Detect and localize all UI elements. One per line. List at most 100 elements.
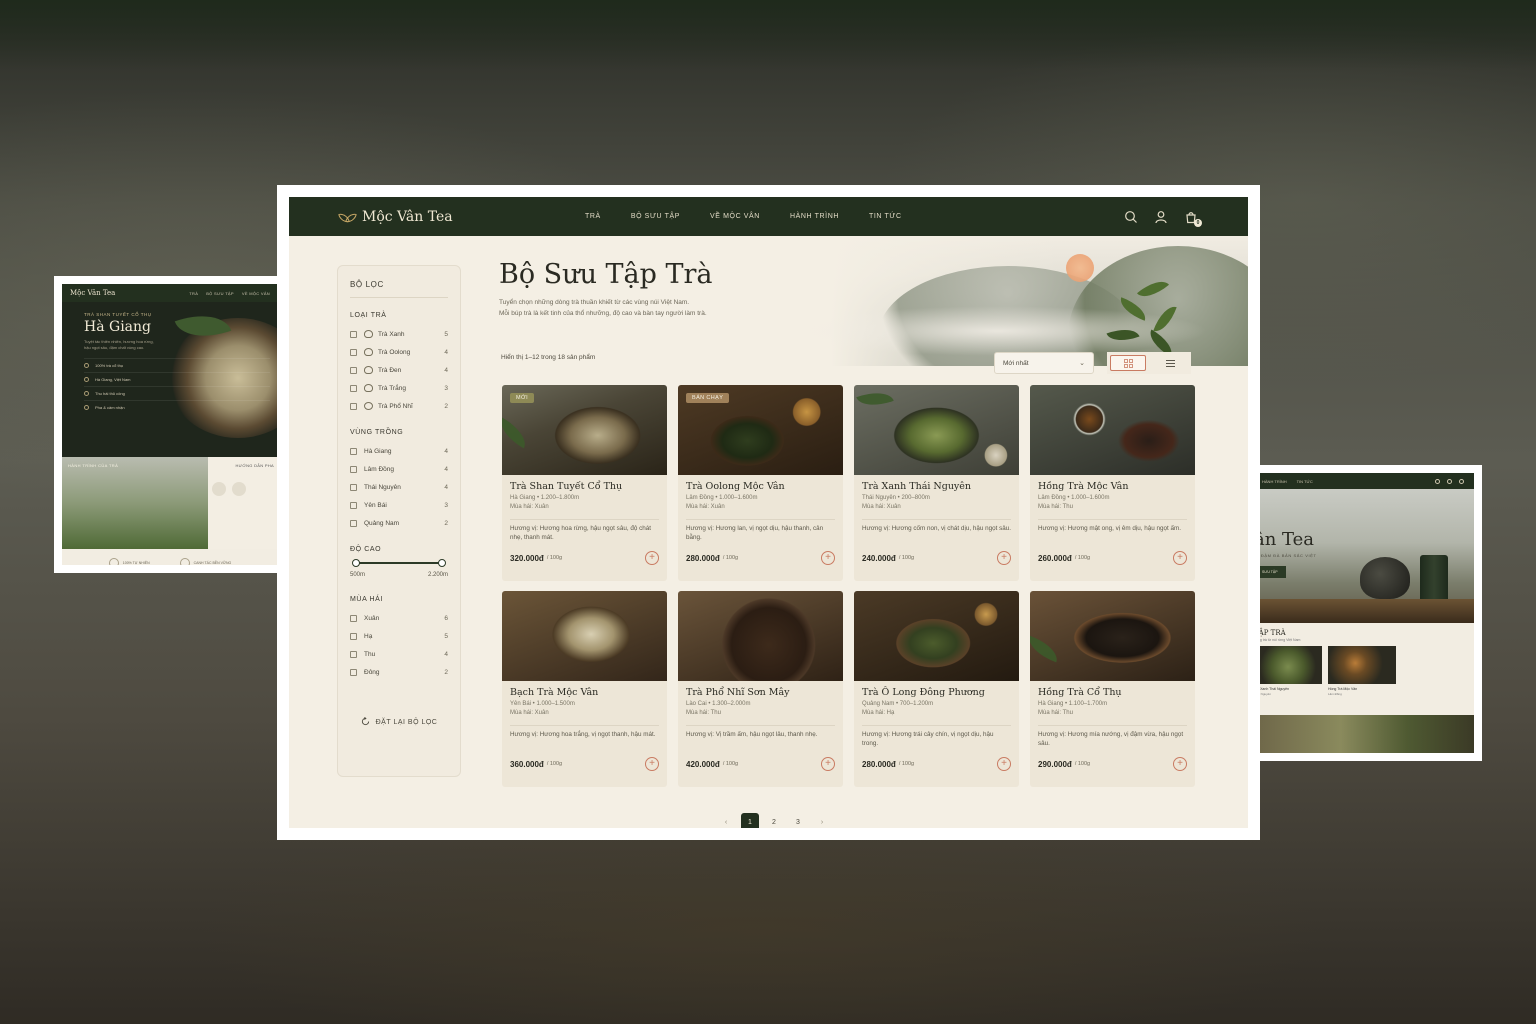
checkbox[interactable] (350, 519, 357, 527)
checkbox[interactable] (350, 632, 357, 640)
range-max-handle[interactable] (438, 559, 446, 567)
filter-option-season[interactable]: Thu 4 (350, 645, 448, 663)
product-image[interactable] (854, 591, 1019, 681)
checkbox[interactable] (350, 650, 357, 658)
left-preview-features: 100% trà cổ thụ Hà Giang, Việt Nam Thu h… (84, 358, 270, 414)
checkbox[interactable] (350, 330, 357, 338)
list-view-button[interactable] (1152, 355, 1188, 371)
result-count: Hiển thị 1–12 trong 18 sản phẩm (501, 354, 596, 361)
product-name[interactable]: Hồng Trà Cổ Thụ (1038, 687, 1187, 698)
product-name[interactable]: Trà Phổ Nhĩ Sơn Mây (686, 687, 835, 698)
product-card[interactable]: Hồng Trà Cổ Thụ Hà Giang • 1.100–1.700m … (1030, 591, 1195, 787)
product-name[interactable]: Trà Shan Tuyết Cổ Thụ (510, 481, 659, 492)
product-image[interactable] (502, 591, 667, 681)
product-card[interactable]: Hồng Trà Mộc Vân Lâm Đồng • 1.000–1.600m… (1030, 385, 1195, 581)
pagination: ‹ 1 2 3 › (717, 813, 831, 828)
add-to-cart-button[interactable]: + (821, 757, 835, 771)
grid-view-button[interactable] (1110, 355, 1146, 371)
cart-icon[interactable]: 0 (1184, 210, 1202, 227)
checkbox[interactable] (350, 483, 357, 491)
filter-option-season[interactable]: Xuân 6 (350, 609, 448, 627)
user-icon[interactable] (1154, 210, 1168, 224)
product-name[interactable]: Hồng Trà Mộc Vân (1038, 481, 1187, 492)
product-name[interactable]: Trà Ô Long Đông Phương (862, 687, 1011, 698)
checkbox[interactable] (350, 501, 357, 509)
product-unit: / 100g (1074, 555, 1091, 561)
nav-item-journey[interactable]: HÀNH TRÌNH (790, 213, 839, 220)
search-icon[interactable] (1124, 210, 1138, 224)
filter-option-green-tea[interactable]: Trà Xanh 5 (350, 325, 448, 343)
add-to-cart-button[interactable]: + (1173, 757, 1187, 771)
filter-option-season[interactable]: Đông 2 (350, 663, 448, 681)
left-preview-brand: Mộc Vân Tea (70, 289, 116, 297)
product-flavor: Hương vị: Hương cốm non, vị chát dịu, hậ… (862, 519, 1011, 541)
filter-option-black-tea[interactable]: Trà Đen 4 (350, 361, 448, 379)
product-origin: Lâm Đồng • 1.000–1.600m (686, 495, 758, 501)
sort-dropdown[interactable]: Mới nhất ⌄ (994, 352, 1094, 374)
product-origin: Hà Giang • 1.200–1.800m (510, 495, 580, 501)
page-button-2[interactable]: 2 (765, 813, 783, 828)
altitude-range-slider[interactable] (352, 559, 446, 567)
nav-item-tea[interactable]: TRÀ (585, 213, 601, 220)
filter-option-region[interactable]: Thái Nguyên 4 (350, 478, 448, 496)
range-min-handle[interactable] (352, 559, 360, 567)
filter-option-region[interactable]: Quảng Nam 2 (350, 514, 448, 532)
product-name[interactable]: Trà Oolong Mộc Vân (686, 481, 835, 492)
nav-item-about[interactable]: VỀ MỘC VÂN (710, 213, 760, 220)
nav-item-news[interactable]: TIN TỨC (869, 213, 902, 220)
add-to-cart-button[interactable]: + (821, 551, 835, 565)
checkbox[interactable] (350, 668, 357, 676)
sprout-badge-icon (179, 558, 190, 565)
leaf-badge-icon (108, 558, 119, 565)
reset-filters-button[interactable]: ĐẶT LẠI BỘ LỌC (350, 716, 448, 728)
add-to-cart-button[interactable]: + (1173, 551, 1187, 565)
left-preview-footer-item: 100% TỰ NHIÊN (108, 558, 150, 565)
product-image[interactable] (854, 385, 1019, 475)
main-menu: TRÀ BỘ SƯU TẬP VỀ MỘC VÂN HÀNH TRÌNH TIN… (585, 213, 902, 220)
add-to-cart-button[interactable]: + (645, 551, 659, 565)
filter-option-season[interactable]: Hạ 5 (350, 627, 448, 645)
checkbox[interactable] (350, 384, 357, 392)
checkbox[interactable] (350, 366, 357, 374)
product-image[interactable] (1030, 385, 1195, 475)
product-image[interactable]: BÁN CHẠY (678, 385, 843, 475)
next-page-button[interactable]: › (813, 813, 831, 828)
altitude-min-label: 500m (350, 572, 366, 578)
add-to-cart-button[interactable]: + (997, 551, 1011, 565)
page-description-line: Mỗi búp trà là kết tinh của thổ nhưỡng, … (499, 310, 707, 318)
product-card[interactable]: Trà Ô Long Đông Phương Quảng Nam • 700–1… (854, 591, 1019, 787)
right-preview-nav-journey: HÀNH TRÌNH (1262, 478, 1287, 484)
page-button-3[interactable]: 3 (789, 813, 807, 828)
filter-option-region[interactable]: Yên Bái 3 (350, 496, 448, 514)
product-unit: / 100g (898, 761, 915, 767)
filter-option-puer[interactable]: Trà Phổ Nhĩ 2 (350, 397, 448, 415)
range-track (355, 562, 443, 564)
product-card[interactable]: Bạch Trà Mộc Vân Yên Bái • 1.000–1.500m … (502, 591, 667, 787)
right-preview-title: ân Tea (1254, 529, 1315, 550)
product-card[interactable]: Trà Xanh Thái Nguyên Thái Nguyên • 200–8… (854, 385, 1019, 581)
nav-item-collection[interactable]: BỘ SƯU TẬP (631, 213, 680, 220)
checkbox[interactable] (350, 447, 357, 455)
filter-option-region[interactable]: Lâm Đồng 4 (350, 460, 448, 478)
product-origin: Lâm Đồng • 1.000–1.600m (1038, 495, 1110, 501)
page-button-1[interactable]: 1 (741, 813, 759, 828)
filter-option-region[interactable]: Hà Giang 4 (350, 442, 448, 460)
filter-option-oolong[interactable]: Trà Oolong 4 (350, 343, 448, 361)
product-image[interactable]: MỚI (502, 385, 667, 475)
brand-logo[interactable]: Mộc Vân Tea (339, 209, 585, 225)
product-image[interactable] (1030, 591, 1195, 681)
product-card[interactable]: MỚI Trà Shan Tuyết Cổ Thụ Hà Giang • 1.2… (502, 385, 667, 581)
product-card[interactable]: BÁN CHẠY Trà Oolong Mộc Vân Lâm Đồng • 1… (678, 385, 843, 581)
product-image[interactable] (678, 591, 843, 681)
checkbox[interactable] (350, 348, 357, 356)
checkbox[interactable] (350, 402, 357, 410)
filter-option-white-tea[interactable]: Trà Trắng 3 (350, 379, 448, 397)
checkbox[interactable] (350, 614, 357, 622)
add-to-cart-button[interactable]: + (997, 757, 1011, 771)
prev-page-button[interactable]: ‹ (717, 813, 735, 828)
product-name[interactable]: Trà Xanh Thái Nguyên (862, 481, 1011, 492)
checkbox[interactable] (350, 465, 357, 473)
product-name[interactable]: Bạch Trà Mộc Vân (510, 687, 659, 698)
product-card[interactable]: Trà Phổ Nhĩ Sơn Mây Lào Cai • 1.300–2.00… (678, 591, 843, 787)
add-to-cart-button[interactable]: + (645, 757, 659, 771)
